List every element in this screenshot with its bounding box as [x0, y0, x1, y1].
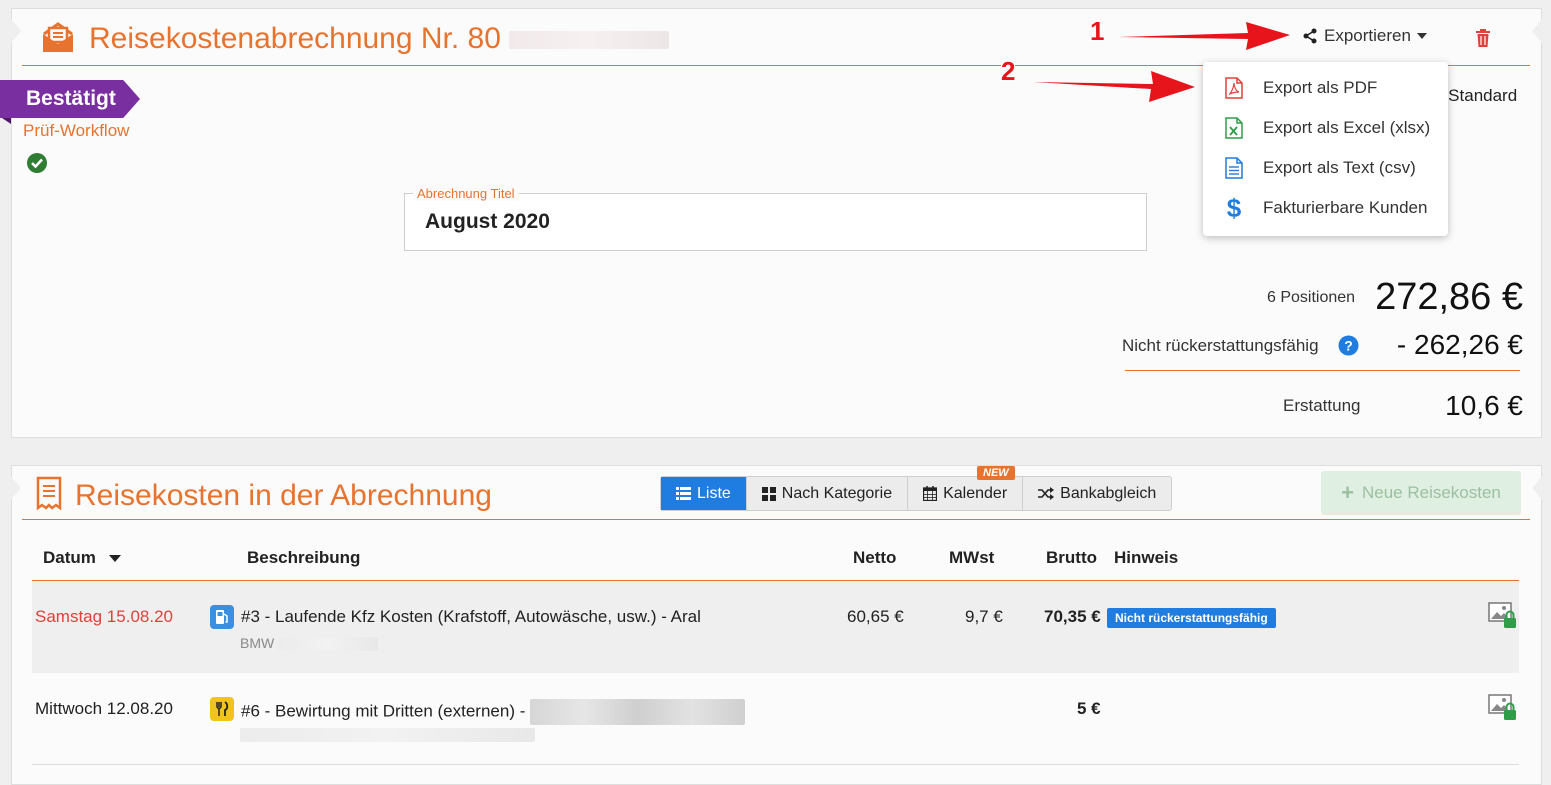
share-icon: [1303, 28, 1317, 44]
grid-icon: [761, 486, 776, 501]
non-refundable-amount: - 262,26 €: [1396, 329, 1523, 360]
billable-customers-label: Fakturierbare Kunden: [1263, 198, 1428, 217]
new-badge: NEW: [977, 466, 1015, 480]
row1-gross: 70,35 €: [1044, 607, 1101, 626]
row2-sub: [240, 726, 535, 743]
sort-down-icon: [108, 555, 121, 563]
trash-icon: [1476, 29, 1490, 47]
tab-bankabgleich-label: Bankabgleich: [1060, 484, 1157, 502]
status-badge: Bestätigt: [0, 80, 140, 118]
check-circle-icon: [27, 153, 47, 173]
sum-divider: [1125, 370, 1520, 371]
redacted-sub: [278, 637, 379, 652]
view-tabs: Liste Nach Kategorie Kalender Bankabglei…: [660, 476, 1173, 511]
delete-button[interactable]: [1472, 26, 1494, 50]
tab-kalender[interactable]: Kalender: [908, 477, 1024, 510]
new-expense-label: Neue Reisekosten: [1361, 483, 1501, 502]
export-text-label: Export als Text (csv): [1263, 158, 1416, 177]
new-expense-button[interactable]: + Neue Reisekosten: [1321, 471, 1521, 515]
excel-file-icon: [1225, 117, 1243, 139]
restaurant-icon: [210, 697, 234, 721]
badge-fold: [2, 118, 11, 124]
column-net[interactable]: Netto: [853, 548, 896, 568]
export-excel-label: Export als Excel (xlsx): [1263, 118, 1431, 137]
tab-bankabgleich[interactable]: Bankabgleich: [1023, 477, 1171, 510]
export-button[interactable]: Exportieren: [1302, 26, 1427, 46]
column-note[interactable]: Hinweis: [1114, 548, 1178, 568]
export-excel-item[interactable]: Export als Excel (xlsx): [1203, 108, 1448, 148]
help-icon[interactable]: ?: [1338, 335, 1359, 356]
total-amount: 272,86 €: [1375, 276, 1523, 318]
tab-nach-kategorie[interactable]: Nach Kategorie: [747, 477, 909, 510]
plus-icon: +: [1341, 480, 1354, 505]
annotation-arrow-2: [1033, 71, 1195, 102]
row1-vat: 9,7 €: [965, 607, 1003, 626]
row1-net: 60,65 €: [847, 607, 904, 626]
redacted-sub-2: [240, 728, 535, 743]
export-text-item[interactable]: Export als Text (csv): [1203, 148, 1448, 188]
column-vat[interactable]: MWst: [949, 548, 994, 568]
svg-text:?: ?: [1344, 338, 1353, 354]
list-icon: [676, 487, 691, 500]
receipt-icon: [36, 476, 62, 510]
report-title-label: Abrechnung Titel: [413, 186, 519, 201]
tab-liste-label: Liste: [697, 484, 731, 502]
row1-sub: BMW: [240, 635, 379, 652]
report-title-text: Reisekostenabrechnung Nr. 80: [89, 22, 501, 55]
annotation-arrow-1: [1118, 22, 1290, 50]
receipt-image-locked-icon[interactable]: [1488, 602, 1518, 630]
column-description[interactable]: Beschreibung: [247, 548, 360, 568]
export-menu: Export als PDF Export als Excel (xlsx) E…: [1203, 62, 1448, 236]
tab-kalender-label: Kalender: [943, 484, 1008, 502]
dollar-icon: $: [1226, 193, 1242, 223]
annotation-2: 2: [1001, 56, 1016, 86]
workflow-link[interactable]: Prüf-Workflow: [23, 121, 129, 141]
expenses-divider: [22, 519, 1530, 520]
tab-liste[interactable]: Liste: [661, 477, 747, 510]
text-file-icon: [1225, 157, 1243, 179]
expenses-title: Reisekosten in der Abrechnung: [75, 479, 492, 512]
annotation-1: 1: [1090, 16, 1105, 46]
report-title-input[interactable]: August 2020: [404, 193, 1147, 251]
redacted-description: [530, 699, 746, 725]
column-date-label: Datum: [43, 548, 96, 567]
calendar-icon: [923, 486, 938, 501]
row2-description: #6 - Bewirtung mit Dritten (externen) -: [241, 699, 746, 725]
export-pdf-label: Export als PDF: [1263, 78, 1378, 97]
table-row[interactable]: [32, 581, 1519, 673]
row1-date: Samstag 15.08.20: [35, 607, 173, 626]
row1-sub-text: BMW: [240, 635, 275, 651]
shuffle-icon: [1038, 487, 1055, 500]
column-date[interactable]: Datum: [43, 548, 121, 568]
receipt-image-locked-icon[interactable]: [1488, 694, 1518, 722]
envelope-icon: [43, 22, 73, 52]
non-refundable-label: Nicht rückerstattungsfähig: [1122, 336, 1319, 355]
positions-label: 6 Positionen: [1267, 289, 1356, 306]
status-badge-label: Bestätigt: [26, 87, 116, 110]
redacted-number: [509, 31, 670, 50]
page-title: Reisekostenabrechnung Nr. 80: [89, 22, 670, 56]
billable-customers-item[interactable]: $ Fakturierbare Kunden: [1203, 188, 1448, 228]
pdf-file-icon: [1225, 77, 1243, 99]
export-label: Exportieren: [1324, 26, 1411, 45]
row2-gross: 5 €: [1077, 699, 1101, 718]
non-refundable-tag: Nicht rückerstattungsfähig: [1107, 608, 1276, 628]
row1-description: #3 - Laufende Kfz Kosten (Krafstoff, Aut…: [241, 607, 701, 626]
column-gross[interactable]: Brutto: [1046, 548, 1097, 568]
refund-amount: 10,6 €: [1445, 390, 1523, 421]
refund-label: Erstattung: [1283, 396, 1361, 415]
report-title-value: August 2020: [425, 210, 550, 233]
fuel-icon: [210, 605, 234, 629]
export-pdf-item[interactable]: Export als PDF: [1203, 68, 1448, 108]
caret-down-icon: [1416, 33, 1427, 39]
tab-nach-kategorie-label: Nach Kategorie: [781, 484, 893, 502]
row2-date: Mittwoch 12.08.20: [35, 699, 173, 718]
row2-description-text: #6 - Bewirtung mit Dritten (externen) -: [241, 701, 526, 721]
